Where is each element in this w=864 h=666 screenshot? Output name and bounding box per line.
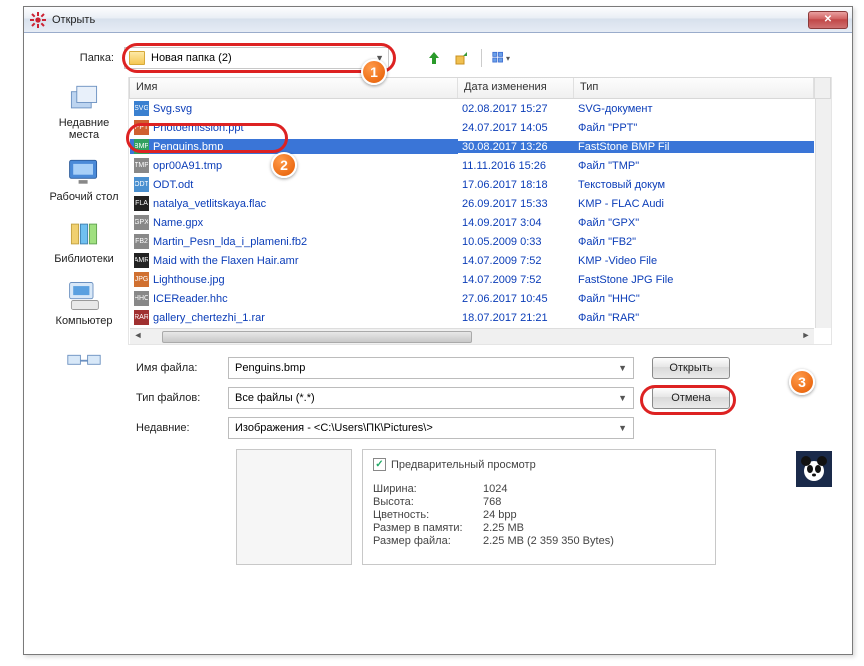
- file-row[interactable]: HHCICEReader.hhc27.06.2017 10:45Файл "HH…: [130, 289, 814, 308]
- network-icon: [64, 341, 104, 375]
- chevron-down-icon: ▼: [618, 423, 627, 433]
- file-row[interactable]: ODTODT.odt17.06.2017 18:18Текстовый доку…: [130, 175, 814, 194]
- filetypes-label: Тип файлов:: [128, 392, 228, 404]
- recent-places-icon: [64, 81, 104, 115]
- chevron-down-icon: ▼: [618, 363, 627, 373]
- preview-thumbnail: [236, 449, 352, 565]
- file-row[interactable]: SVGSvg.svg02.08.2017 15:27SVG-документ: [130, 99, 814, 118]
- place-computer[interactable]: Компьютер: [48, 277, 120, 335]
- close-button[interactable]: ✕: [808, 11, 848, 29]
- horizontal-scrollbar[interactable]: ◄ ►: [130, 328, 814, 344]
- file-type-icon: BMP: [134, 139, 149, 154]
- filename-label: Имя файла:: [128, 362, 228, 374]
- file-type-icon: RAR: [134, 310, 149, 325]
- window-title: Открыть: [52, 14, 808, 26]
- place-recent[interactable]: Недавние места: [48, 79, 120, 149]
- program-logo-icon: [796, 451, 832, 487]
- cancel-button[interactable]: Отмена: [652, 387, 730, 409]
- file-row[interactable]: PPTPhotoemission.ppt24.07.2017 14:05Файл…: [130, 118, 814, 137]
- file-type-icon: ODT: [134, 177, 149, 192]
- file-row[interactable]: FLAnatalya_vetlitskaya.flac26.09.2017 15…: [130, 194, 814, 213]
- computer-icon: [64, 279, 104, 313]
- preview-info: ✓ Предварительный просмотр Ширина:1024Вы…: [362, 449, 716, 565]
- file-type-icon: FLA: [134, 196, 149, 211]
- desktop-icon: [64, 155, 104, 189]
- titlebar: Открыть ✕: [24, 7, 852, 33]
- libraries-icon: [64, 217, 104, 251]
- column-type[interactable]: Тип: [574, 78, 814, 98]
- filename-combo[interactable]: Penguins.bmp ▼: [228, 357, 634, 379]
- file-list-header: Имя Дата изменения Тип: [129, 77, 831, 99]
- file-type-icon: SVG: [134, 101, 149, 116]
- chevron-down-icon: ▼: [618, 393, 627, 403]
- file-type-icon: JPG: [134, 272, 149, 287]
- go-up-icon[interactable]: [425, 49, 443, 67]
- file-type-icon: PPT: [134, 120, 149, 135]
- file-type-icon: HHC: [134, 291, 149, 306]
- annotation-badge-2: 2: [271, 152, 297, 178]
- go-home-icon[interactable]: [453, 49, 471, 67]
- place-network[interactable]: [48, 339, 120, 385]
- file-type-icon: GPX: [134, 215, 149, 230]
- folder-label: Папка:: [44, 52, 124, 64]
- preview-checkbox-label: Предварительный просмотр: [391, 459, 536, 471]
- preview-checkbox[interactable]: ✓: [373, 458, 386, 471]
- file-row[interactable]: AMRMaid with the Flaxen Hair.amr14.07.20…: [130, 251, 814, 270]
- filetypes-combo[interactable]: Все файлы (*.*) ▼: [228, 387, 634, 409]
- recent-label: Недавние:: [128, 422, 228, 434]
- file-row[interactable]: JPGLighthouse.jpg14.07.2009 7:52FastSton…: [130, 270, 814, 289]
- scrollbar-thumb[interactable]: [162, 331, 472, 343]
- vertical-scrollbar[interactable]: [815, 99, 831, 328]
- place-libraries[interactable]: Библиотеки: [48, 215, 120, 273]
- file-row[interactable]: FB2Martin_Pesn_lda_i_plameni.fb210.05.20…: [130, 232, 814, 251]
- places-bar: Недавние места Рабочий стол Библиотеки К…: [44, 77, 124, 565]
- view-mode-icon[interactable]: ▾: [492, 49, 510, 67]
- file-row[interactable]: BMPPenguins.bmp30.08.2017 13:26FastStone…: [130, 137, 814, 156]
- file-row[interactable]: GPXName.gpx14.09.2017 3:04Файл "GPX": [130, 213, 814, 232]
- annotation-badge-1: 1: [361, 59, 387, 85]
- annotation-badge-3: 3: [789, 369, 815, 395]
- file-row[interactable]: RARgallery_chertezhi_1.rar18.07.2017 21:…: [130, 308, 814, 327]
- app-icon: [30, 12, 46, 28]
- folder-value: Новая папка (2): [151, 52, 232, 64]
- file-row[interactable]: TMPopr00A91.tmp11.11.2016 15:26Файл "TMP…: [130, 156, 814, 175]
- place-desktop[interactable]: Рабочий стол: [48, 153, 120, 211]
- file-list: Имя Дата изменения Тип SVGSvg.svg02.08.2…: [128, 77, 832, 345]
- folder-combo[interactable]: Новая папка (2) ▼: [124, 47, 389, 69]
- file-type-icon: FB2: [134, 234, 149, 249]
- folder-icon: [129, 51, 145, 65]
- file-type-icon: TMP: [134, 158, 149, 173]
- recent-combo[interactable]: Изображения - <C:\Users\ПК\Pictures\> ▼: [228, 417, 634, 439]
- column-name[interactable]: Имя: [130, 78, 458, 98]
- open-button[interactable]: Открыть: [652, 357, 730, 379]
- column-date[interactable]: Дата изменения: [458, 78, 574, 98]
- file-type-icon: AMR: [134, 253, 149, 268]
